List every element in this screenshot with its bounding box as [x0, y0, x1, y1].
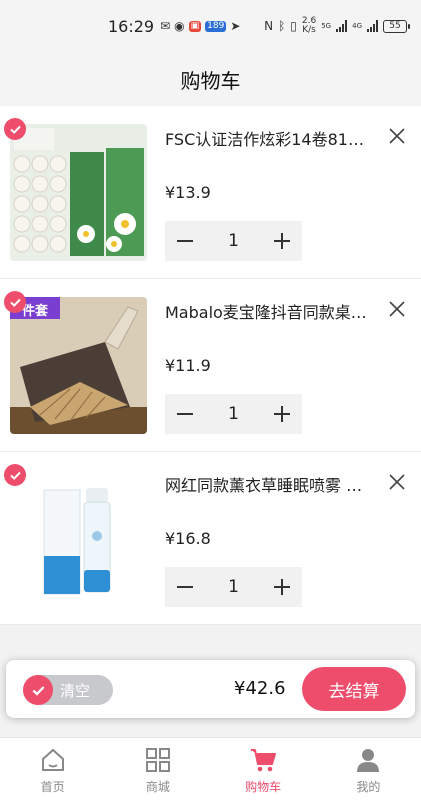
product-price: ¥11.9 [165, 356, 211, 375]
tab-label: 购物车 [245, 780, 282, 794]
vibrate-icon: ▯ [290, 19, 297, 33]
product-name[interactable]: FSC认证洁作炫彩14卷81… [165, 126, 381, 150]
product-image[interactable] [10, 124, 147, 261]
status-notification-icons: ✉ ◉ ▣ 189 ➤ [160, 20, 264, 32]
clear-cart-toggle[interactable]: 清空 [23, 675, 113, 705]
tab-profile[interactable]: 我的 [316, 738, 421, 800]
page-header: 购物车 [0, 52, 421, 106]
increase-quantity-button[interactable] [272, 231, 292, 251]
clear-cart-label[interactable]: 清空 [60, 680, 90, 701]
cart-item: 网红同款薰衣草睡眠喷雾 … ¥16.8 1 [0, 452, 421, 625]
tab-label: 商城 [145, 780, 170, 794]
grid-icon [145, 748, 170, 772]
product-image[interactable] [10, 470, 147, 607]
quantity-value[interactable]: 1 [228, 231, 239, 251]
tab-home[interactable]: 首页 [0, 738, 105, 800]
decrease-quantity-button[interactable] [175, 404, 195, 424]
remove-item-icon[interactable] [388, 300, 406, 318]
product-name[interactable]: Mabalo麦宝隆抖音同款桌… [165, 299, 381, 323]
signal-label-1: 5G [321, 21, 332, 30]
status-time: 16:29 [108, 16, 155, 36]
decrease-quantity-button[interactable] [175, 577, 195, 597]
quantity-value[interactable]: 1 [228, 577, 239, 597]
quantity-stepper: 1 [165, 567, 302, 607]
increase-quantity-button[interactable] [272, 404, 292, 424]
product-price: ¥16.8 [165, 529, 211, 548]
quantity-value[interactable]: 1 [228, 404, 239, 424]
quantity-stepper: 1 [165, 394, 302, 434]
cart-item: 件套 Mabalo麦宝隆抖音同款桌… ¥11.9 1 [0, 279, 421, 452]
increase-quantity-button[interactable] [272, 577, 292, 597]
item-checkbox[interactable] [4, 291, 26, 313]
decrease-quantity-button[interactable] [175, 231, 195, 251]
quantity-stepper: 1 [165, 221, 302, 261]
tab-label: 首页 [40, 780, 65, 794]
signal-label-2: 4G [352, 21, 362, 30]
cart-item: FSC认证洁作炫彩14卷81… ¥13.9 1 [0, 106, 421, 279]
battery-icon: 55 [383, 19, 410, 33]
checkout-button[interactable]: 去结算 [302, 667, 406, 711]
tab-label: 我的 [356, 780, 381, 794]
app-189-icon: 189 [205, 20, 227, 32]
total-price: ¥42.6 [234, 678, 286, 699]
item-checkbox[interactable] [4, 118, 26, 140]
network-speed-unit: K/s [302, 25, 316, 35]
tab-cart[interactable]: 购物车 [211, 738, 316, 800]
signal-icon-2 [367, 20, 378, 32]
bluetooth-icon: ᛒ [278, 19, 286, 33]
select-all-check-icon[interactable] [23, 675, 53, 705]
product-price: ¥13.9 [165, 183, 211, 202]
home-icon [41, 748, 64, 771]
bottom-tab-bar: 首页 商城 购物车 我的 [0, 737, 421, 800]
nfc-icon: N [264, 19, 274, 33]
checkout-bar: 清空 ¥42.6 去结算 [6, 660, 415, 718]
status-bar: 16:29 ✉ ◉ ▣ 189 ➤ N ᛒ ▯ 2.6 K/s 5G 4G 55 [0, 0, 421, 52]
remove-item-icon[interactable] [388, 127, 406, 145]
mail-icon: ✉ [160, 19, 171, 33]
page-title: 购物车 [180, 68, 241, 93]
network-speed: 2.6 K/s [302, 17, 316, 35]
cart-icon [251, 749, 277, 772]
product-name[interactable]: 网红同款薰衣草睡眠喷雾 … [165, 472, 381, 496]
app-badge-icon: ▣ [188, 20, 202, 32]
signal-icon-1 [336, 20, 348, 32]
tab-mall[interactable]: 商城 [105, 738, 210, 800]
user-icon [357, 749, 380, 772]
item-checkbox[interactable] [4, 464, 26, 486]
cart-list: FSC认证洁作炫彩14卷81… ¥13.9 1 件套 Mabalo麦宝隆抖音同款… [0, 106, 421, 625]
status-system-icons: N ᛒ ▯ 2.6 K/s 5G 4G 55 [264, 17, 410, 35]
direction-icon: ➤ [230, 19, 241, 33]
remove-item-icon[interactable] [388, 473, 406, 491]
wechat-icon: ◉ [174, 19, 185, 33]
